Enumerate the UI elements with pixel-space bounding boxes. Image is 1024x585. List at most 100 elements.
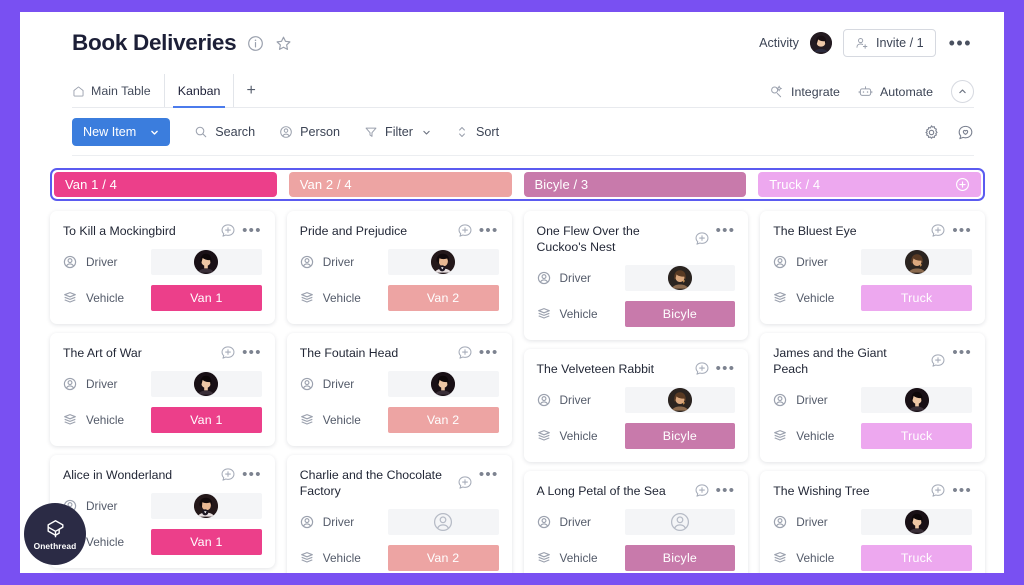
card-more-button[interactable]: ••• [242, 467, 262, 482]
kanban-column-van-1: To Kill a Mockingbird ••• Driver Vehicle Van… [50, 211, 275, 573]
vehicle-status-chip[interactable]: Bicyle [624, 301, 736, 327]
kanban-column-header-van-1[interactable]: Van 1 / 4 [54, 172, 277, 197]
avatar [194, 494, 219, 518]
card-more-button[interactable]: ••• [716, 483, 736, 498]
driver-value[interactable] [151, 493, 262, 519]
onethread-label: Onethread [33, 540, 77, 551]
card-more-button[interactable]: ••• [479, 223, 499, 238]
vehicle-status-chip[interactable]: Van 1 [151, 529, 262, 555]
add-comment-icon[interactable] [930, 353, 946, 369]
kanban-card[interactable]: Charlie and the Chocolate Factory ••• Driv… [286, 455, 512, 573]
add-comment-icon[interactable] [457, 223, 473, 239]
card-more-button[interactable]: ••• [242, 345, 262, 360]
sort-button[interactable]: Sort [455, 125, 499, 139]
kanban-column-header-truck[interactable]: Truck / 4 [758, 172, 981, 197]
card-driver-row: Driver [773, 509, 972, 535]
vehicle-status-chip[interactable]: Bicyle [624, 545, 736, 571]
driver-label: Driver [322, 515, 355, 529]
add-view-button[interactable]: + [233, 74, 267, 108]
card-more-button[interactable]: ••• [952, 223, 972, 238]
vehicle-status-chip[interactable]: Van 2 [387, 407, 499, 433]
card-driver-row: Driver [300, 509, 499, 535]
tab-main-table[interactable]: Main Table [72, 74, 164, 108]
vehicle-status-chip[interactable]: Van 2 [387, 285, 499, 311]
kanban-card[interactable]: One Flew Over the Cuckoo's Nest ••• Driver… [523, 211, 749, 340]
header-more-button[interactable]: ••• [947, 34, 974, 52]
vehicle-status-chip[interactable]: Van 1 [151, 407, 262, 433]
add-comment-icon[interactable] [220, 223, 236, 239]
card-title: The Wishing Tree [773, 484, 870, 498]
kanban-card[interactable]: A Long Petal of the Sea ••• Driver Vehicle B… [523, 471, 749, 573]
kanban-card[interactable]: The Wishing Tree ••• Driver Vehicle Truck [760, 471, 985, 573]
card-more-button[interactable]: ••• [952, 345, 972, 360]
add-comment-icon[interactable] [220, 467, 236, 483]
automate-button[interactable]: Automate [858, 84, 933, 99]
kanban-column-header-van-2[interactable]: Van 2 / 4 [288, 172, 512, 197]
person-button[interactable]: Person [279, 125, 340, 139]
kanban-card[interactable]: Pride and Prejudice ••• Driver Vehicle Van 2 [286, 211, 512, 324]
new-item-button[interactable]: New Item [72, 118, 171, 146]
person-icon [300, 255, 314, 269]
vehicle-status-chip[interactable]: Van 2 [387, 545, 499, 571]
kanban-card[interactable]: James and the Giant Peach ••• Driver Vehicl… [760, 333, 985, 462]
driver-value[interactable] [387, 509, 499, 535]
add-comment-icon[interactable] [220, 345, 236, 361]
info-circle-icon[interactable] [247, 35, 264, 52]
kanban-card[interactable]: The Velveteen Rabbit ••• Driver Vehicle Bicy… [523, 349, 749, 462]
vehicle-status-chip[interactable]: Truck [861, 545, 972, 571]
driver-value[interactable] [624, 387, 736, 413]
driver-value[interactable] [861, 249, 972, 275]
card-driver-row: Driver [300, 371, 499, 397]
driver-value[interactable] [861, 387, 972, 413]
card-more-button[interactable]: ••• [242, 223, 262, 238]
kanban-card[interactable]: To Kill a Mockingbird ••• Driver Vehicle Van… [50, 211, 275, 324]
card-more-button[interactable]: ••• [479, 345, 499, 360]
kanban-card[interactable]: The Art of War ••• Driver Vehicle Van 1 [50, 333, 275, 446]
card-more-button[interactable]: ••• [716, 361, 736, 376]
add-comment-icon[interactable] [930, 483, 946, 499]
add-comment-icon[interactable] [694, 361, 710, 377]
avatar[interactable] [809, 32, 832, 54]
star-icon[interactable] [275, 35, 292, 52]
kanban-card[interactable]: The Foutain Head ••• Driver Vehicle Van 2 [286, 333, 512, 446]
person-icon [300, 515, 314, 529]
driver-value[interactable] [624, 509, 736, 535]
add-comment-icon[interactable] [930, 223, 946, 239]
kanban-column-header-bicyle[interactable]: Bicyle / 3 [523, 172, 747, 197]
view-tabs-row: Main Table Kanban + Integrate Automate [20, 74, 1004, 108]
driver-value[interactable] [387, 249, 499, 275]
avatar [904, 388, 929, 412]
avatar [667, 266, 692, 290]
chevron-down-icon[interactable] [422, 128, 431, 137]
activity-label[interactable]: Activity [759, 36, 799, 50]
driver-value[interactable] [387, 371, 499, 397]
kanban-card[interactable]: The Bluest Eye ••• Driver Vehicle Truck [760, 211, 985, 324]
driver-value[interactable] [624, 265, 736, 291]
invite-button[interactable]: Invite / 1 [842, 29, 936, 57]
card-more-button[interactable]: ••• [952, 483, 972, 498]
gear-icon[interactable] [923, 124, 940, 141]
tab-kanban[interactable]: Kanban [163, 74, 234, 108]
vehicle-status-chip[interactable]: Truck [861, 423, 972, 449]
add-comment-icon[interactable] [694, 231, 710, 247]
add-comment-icon[interactable] [457, 475, 473, 491]
add-comment-icon[interactable] [694, 483, 710, 499]
filter-button[interactable]: Filter [364, 125, 431, 139]
integrate-button[interactable]: Integrate [769, 84, 840, 99]
driver-value[interactable] [151, 371, 262, 397]
plus-circle-icon[interactable] [955, 177, 970, 192]
search-button[interactable]: Search [194, 125, 255, 139]
vehicle-status-chip[interactable]: Bicyle [624, 423, 736, 449]
chat-heart-icon[interactable] [957, 124, 974, 141]
driver-value[interactable] [861, 509, 972, 535]
vehicle-status-chip[interactable]: Van 1 [151, 285, 262, 311]
driver-value[interactable] [151, 249, 262, 275]
add-comment-icon[interactable] [457, 345, 473, 361]
card-vehicle-row: Vehicle Bicyle [537, 545, 736, 571]
card-more-button[interactable]: ••• [716, 223, 736, 238]
vehicle-status-chip[interactable]: Truck [861, 285, 972, 311]
board-toolbar: New Item Search Person Filter Sort [20, 108, 1004, 156]
collapse-header-button[interactable] [951, 80, 974, 103]
kanban-card[interactable]: Alice in Wonderland ••• Driver Vehicle Van 1 [50, 455, 275, 568]
card-more-button[interactable]: ••• [479, 467, 499, 482]
